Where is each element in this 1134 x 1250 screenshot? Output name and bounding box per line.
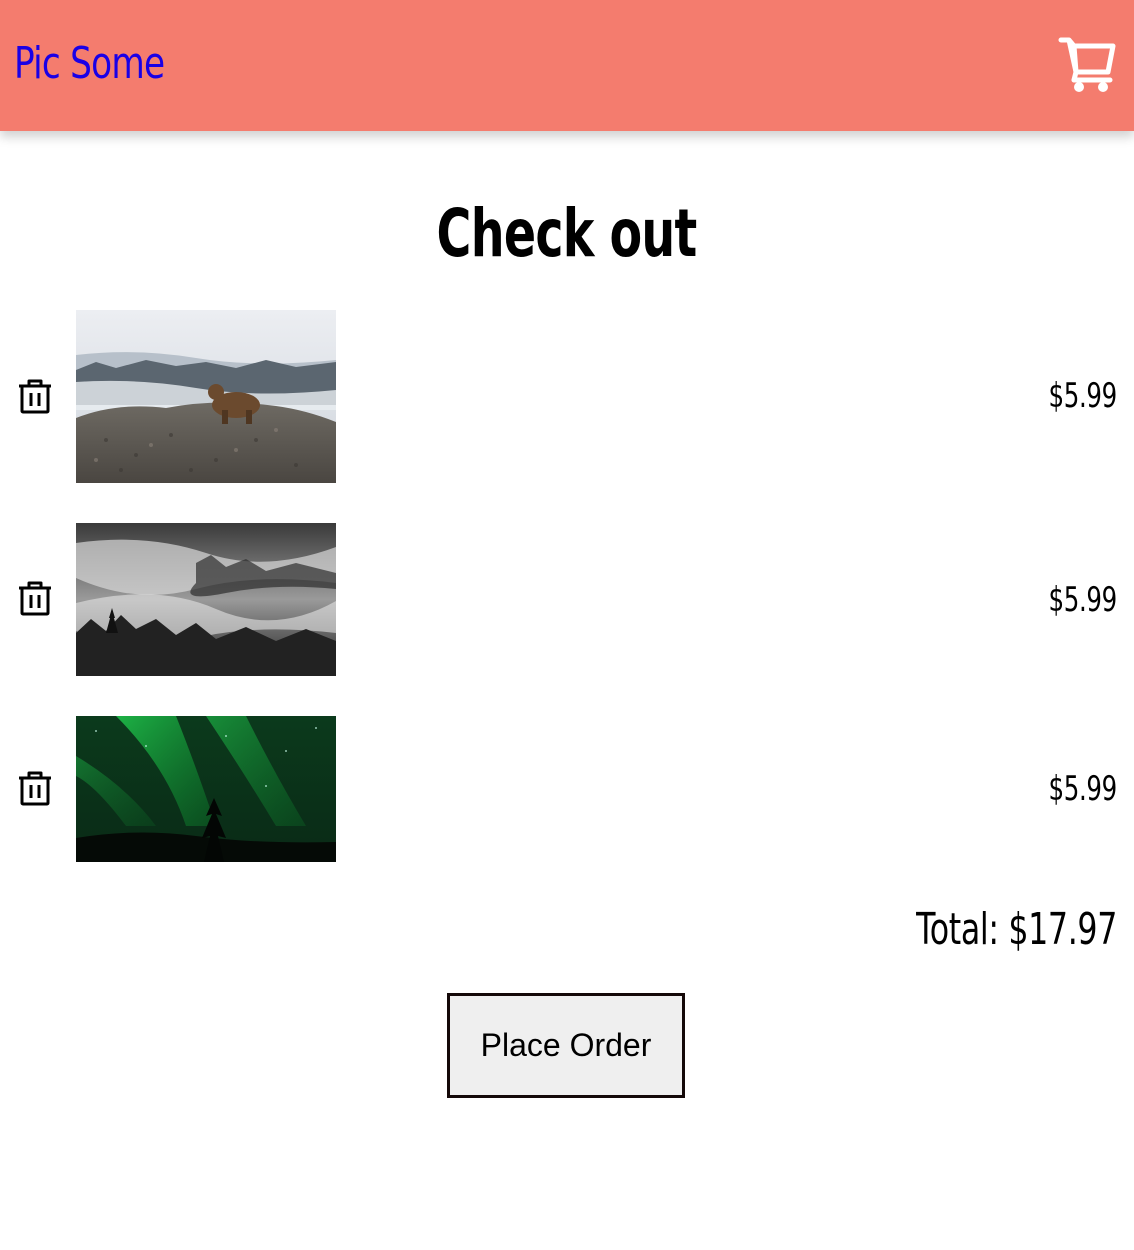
item-image	[76, 310, 336, 483]
item-image	[76, 716, 336, 862]
trash-icon[interactable]	[17, 378, 53, 414]
cart-item: $5.99	[0, 310, 1134, 483]
item-image	[76, 523, 336, 676]
place-order-button[interactable]: Place Order	[447, 993, 685, 1098]
order-total: Total: $17.97	[916, 904, 1117, 955]
item-price: $5.99	[1048, 769, 1118, 809]
trash-icon[interactable]	[17, 580, 53, 616]
brand-logo-link[interactable]: Pic Some	[14, 34, 165, 94]
item-price: $5.99	[1048, 376, 1118, 416]
cart-item: $5.99	[0, 716, 1134, 862]
cart-icon[interactable]	[1058, 34, 1118, 94]
page-title: Check out	[437, 195, 698, 272]
trash-icon[interactable]	[17, 770, 53, 806]
item-price: $5.99	[1048, 580, 1118, 620]
top-header: Pic Some	[0, 0, 1134, 131]
cart-item: $5.99	[0, 523, 1134, 676]
